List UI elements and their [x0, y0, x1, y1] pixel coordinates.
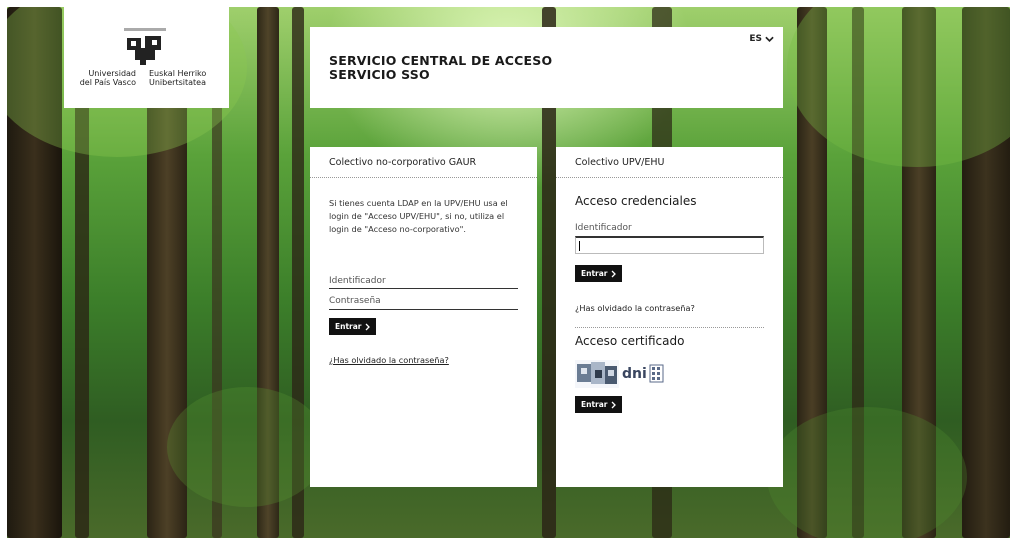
logo-text-spanish: Universidad del País Vasco [79, 69, 136, 87]
certificate-submit-label: Entrar [581, 400, 608, 409]
svg-text:dni: dni [622, 366, 647, 382]
gaur-info-text: Si tienes cuenta LDAP en la UPV/EHU usa … [329, 198, 508, 234]
upv-submit-label: Entrar [581, 269, 608, 278]
credentials-section-title: Acceso credenciales [575, 194, 697, 208]
gaur-panel-title: Colectivo no-corporativo GAUR [329, 157, 477, 168]
upv-identifier-input[interactable] [575, 236, 764, 254]
language-label: ES [749, 34, 762, 44]
gaur-login-panel: Colectivo no-corporativo GAUR Si tienes … [310, 147, 537, 487]
gaur-submit-button[interactable]: Entrar [329, 318, 376, 335]
upv-identifier-label: Identificador [575, 223, 632, 233]
upv-panel-title: Colectivo UPV/EHU [575, 157, 665, 168]
gaur-identifier-underline [329, 288, 518, 289]
gaur-forgot-password-link[interactable]: ¿Has olvidado la contraseña? [329, 355, 449, 365]
language-selector[interactable]: ES [749, 34, 774, 44]
upv-submit-button[interactable]: Entrar [575, 265, 622, 282]
chevron-down-icon [765, 36, 774, 42]
gaur-password-field[interactable]: Contraseña [329, 296, 381, 306]
digital-certificate-icon[interactable] [575, 360, 619, 388]
certificate-section-title: Acceso certificado [575, 334, 685, 348]
dni-electronic-icon[interactable]: dni [621, 362, 665, 386]
university-logo: Universidad del País Vasco Euskal Herrik… [64, 7, 229, 108]
logo-tagline-mark [124, 28, 166, 31]
upv-login-panel: Colectivo UPV/EHU Acceso credenciales Id… [556, 147, 783, 487]
chevron-right-icon [611, 401, 616, 408]
text-cursor [579, 241, 580, 251]
divider [556, 177, 783, 178]
page-title: SERVICIO CENTRAL DE ACCESO SERVICIO SSO [329, 53, 553, 82]
gaur-password-underline [329, 309, 518, 310]
header-panel: SERVICIO CENTRAL DE ACCESO SERVICIO SSO … [310, 27, 783, 108]
chevron-right-icon [611, 270, 616, 277]
chevron-right-icon [365, 323, 370, 330]
certificate-submit-button[interactable]: Entrar [575, 396, 622, 413]
logo-text-basque: Euskal Herriko Unibertsitatea [149, 69, 207, 87]
university-emblem-icon [127, 36, 161, 65]
divider [575, 327, 764, 328]
gaur-submit-label: Entrar [335, 322, 362, 331]
divider [310, 177, 537, 178]
gaur-identifier-field[interactable]: Identificador [329, 276, 386, 286]
upv-forgot-password-link[interactable]: ¿Has olvidado la contraseña? [575, 303, 695, 313]
